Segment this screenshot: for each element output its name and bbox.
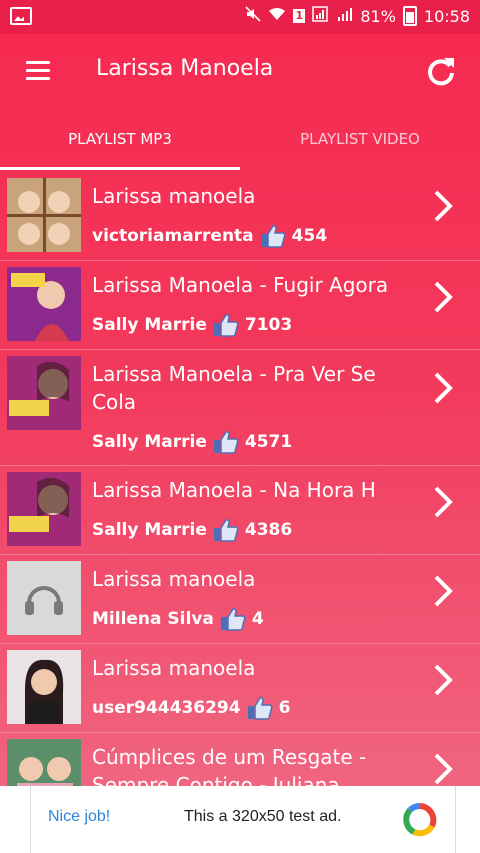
track-thumbnail	[7, 650, 81, 724]
thumbs-up-icon	[213, 431, 239, 454]
thumbs-up-icon	[213, 519, 239, 542]
like-count: 7103	[244, 315, 293, 335]
chevron-right-icon[interactable]	[432, 279, 454, 315]
sim-badge: 1	[293, 9, 306, 23]
chevron-right-icon[interactable]	[432, 751, 454, 786]
like-count: 4	[251, 609, 264, 629]
mute-icon	[245, 6, 261, 26]
uploader-name: user944436294	[92, 698, 241, 718]
signal-icon	[337, 6, 353, 26]
tab-playlist-mp3[interactable]: PLAYLIST MP3	[0, 108, 240, 170]
refresh-icon[interactable]	[424, 54, 458, 88]
like-count: 4571	[244, 432, 293, 452]
track-title: Larissa Manoela - Na Hora H	[92, 478, 376, 502]
track-title: Larissa Manoela - Fugir Agora	[92, 273, 389, 297]
track-thumbnail	[7, 267, 81, 341]
track-title: Larissa manoela	[92, 184, 256, 208]
status-bar: 1 81% 10:58	[0, 0, 480, 34]
chevron-right-icon[interactable]	[432, 370, 454, 406]
uploader-name: Sally Marrie	[92, 432, 207, 452]
ad-nice-label: Nice job!	[48, 808, 111, 825]
track-thumbnail	[7, 561, 81, 635]
like-count: 6	[278, 698, 291, 718]
track-meta: Sally Marrie 4571	[92, 430, 292, 454]
track-title: Cúmplices de um Resgate - Sempre Contigo…	[92, 745, 367, 786]
thumbs-up-icon	[247, 697, 273, 720]
status-icons: 1 81% 10:58	[245, 6, 470, 26]
track-meta: Millena Silva 4	[92, 607, 264, 631]
page-title: Larissa Manoela	[96, 56, 274, 81]
track-title: Larissa manoela	[92, 656, 256, 680]
wifi-icon	[268, 6, 286, 26]
track-meta: user944436294 6	[92, 696, 290, 720]
ad-banner[interactable]: Nice job! This a 320x50 test ad.	[0, 786, 480, 853]
track-title: Larissa Manoela - Pra Ver Se Cola	[92, 362, 376, 414]
app-toolbar: Larissa Manoela	[0, 34, 480, 108]
chevron-right-icon[interactable]	[432, 573, 454, 609]
list-item[interactable]: Cúmplices de um Resgate - Sempre Contigo…	[0, 733, 480, 786]
like-count: 4386	[244, 520, 293, 540]
like-count: 454	[291, 226, 328, 246]
track-thumbnail	[7, 472, 81, 546]
track-meta: victoriamarrenta 454	[92, 224, 327, 248]
tab-bar: PLAYLIST MP3 PLAYLIST VIDEO	[0, 108, 480, 170]
clock: 10:58	[423, 6, 470, 26]
thumbs-up-icon	[220, 608, 246, 631]
track-title: Larissa manoela	[92, 567, 256, 591]
uploader-name: Millena Silva	[92, 609, 214, 629]
battery-icon	[402, 6, 417, 26]
chevron-right-icon[interactable]	[432, 188, 454, 224]
ad-choices-icon[interactable]	[402, 802, 438, 838]
list-item[interactable]: Larissa manoela user944436294 6	[0, 644, 480, 733]
lte-signal-icon	[312, 6, 330, 26]
track-thumbnail	[7, 178, 81, 252]
playlist-list: Larissa manoela victoriamarrenta 454 Lar…	[0, 172, 480, 786]
uploader-name: victoriamarrenta	[92, 226, 254, 246]
thumbs-up-icon	[213, 314, 239, 337]
track-thumbnail	[7, 739, 81, 786]
list-item[interactable]: Larissa manoela Millena Silva 4	[0, 555, 480, 644]
chevron-right-icon[interactable]	[432, 484, 454, 520]
gallery-notification-icon	[10, 7, 32, 25]
track-meta: Sally Marrie 4386	[92, 518, 292, 542]
list-item[interactable]: Larissa Manoela - Fugir Agora Sally Marr…	[0, 261, 480, 350]
list-item[interactable]: Larissa Manoela - Pra Ver Se Cola Sally …	[0, 350, 480, 466]
track-meta: Sally Marrie 7103	[92, 313, 292, 337]
tab-playlist-video[interactable]: PLAYLIST VIDEO	[240, 108, 480, 170]
hamburger-menu-icon[interactable]	[26, 61, 50, 81]
ad-text: This a 320x50 test ad.	[184, 808, 342, 825]
thumbs-up-icon	[260, 225, 286, 248]
list-item[interactable]: Larissa Manoela - Na Hora H Sally Marrie…	[0, 466, 480, 555]
battery-percent: 81%	[360, 6, 396, 26]
chevron-right-icon[interactable]	[432, 662, 454, 698]
tab-indicator	[0, 167, 240, 170]
uploader-name: Sally Marrie	[92, 520, 207, 540]
list-item[interactable]: Larissa manoela victoriamarrenta 454	[0, 172, 480, 261]
track-thumbnail	[7, 356, 81, 430]
uploader-name: Sally Marrie	[92, 315, 207, 335]
